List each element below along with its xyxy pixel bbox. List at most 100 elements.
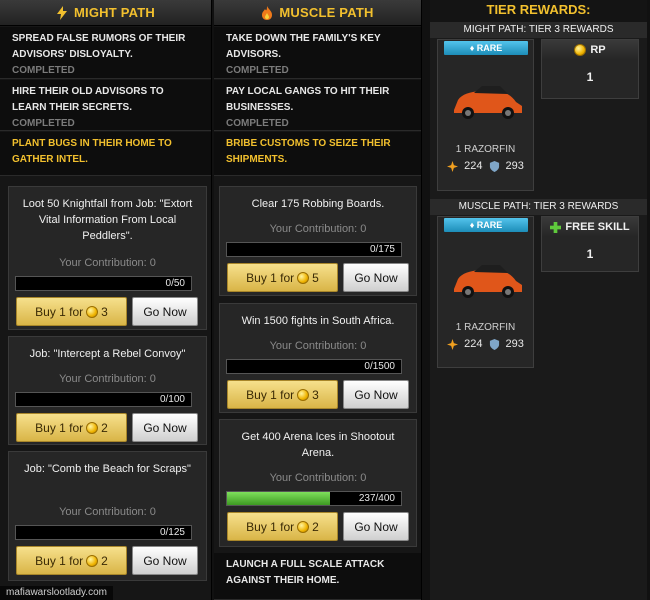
buy-label: Buy 1 for (35, 420, 84, 435)
buy-button[interactable]: Buy 1 for 2 (16, 413, 127, 442)
go-now-button[interactable]: Go Now (132, 546, 198, 575)
might-tier-subtitle: MIGHT PATH: TIER 3 REWARDS (430, 22, 647, 38)
muscle-task-1: Clear 175 Robbing Boards. Your Contribut… (219, 186, 417, 296)
attack-value: 224 (464, 338, 483, 350)
flame-icon (262, 5, 273, 20)
buy-cost: 2 (312, 519, 319, 534)
might-path-title: MIGHT PATH (74, 5, 155, 20)
mission-status: COMPLETED (226, 118, 289, 129)
mission-text: LAUNCH A FULL SCALE ATTACK AGAINST THEIR… (226, 559, 385, 586)
defense-value: 293 (505, 338, 524, 350)
contribution-text: Your Contribution: 0 (269, 223, 367, 235)
mission-text: SPREAD FALSE RUMORS OF THEIR ADVISORS' D… (12, 33, 186, 60)
reward-name: 1 RAZORFIN (455, 144, 516, 155)
coin-icon (86, 305, 99, 318)
go-now-button[interactable]: Go Now (132, 413, 198, 442)
coin-icon (297, 271, 310, 284)
buy-button[interactable]: Buy 1 for 2 (16, 546, 127, 575)
mission-text: HIRE THEIR OLD ADVISORS TO LEARN THEIR S… (12, 86, 164, 113)
bonus-label: RP (542, 40, 638, 60)
muscle-reward-item-card[interactable]: ♦ RARE 1 RAZORFIN 224 293 (437, 216, 534, 368)
might-bonus-card[interactable]: RP 1 (541, 39, 639, 99)
progress-text: 0/100 (159, 394, 185, 405)
progress-text: 0/125 (159, 527, 185, 538)
bonus-value: 1 (586, 247, 594, 261)
bonus-value: 1 (586, 70, 594, 84)
mission-status: COMPLETED (12, 65, 75, 76)
contribution-text: Your Contribution: 0 (59, 373, 156, 385)
buy-button[interactable]: Buy 1 for 5 (227, 263, 338, 292)
attack-icon (447, 338, 459, 350)
defense-icon (489, 338, 499, 350)
coin-icon (297, 388, 310, 401)
muscle-task-3: Get 400 Arena Ices in Shootout Arena. Yo… (219, 419, 417, 547)
coin-icon (86, 554, 99, 567)
buy-button[interactable]: Buy 1 for 3 (16, 297, 127, 326)
might-mission-2: HIRE THEIR OLD ADVISORS TO LEARN THEIR S… (0, 80, 211, 131)
plus-icon (550, 221, 562, 233)
task-title: Job: "Intercept a Rebel Convoy" (29, 348, 186, 360)
mission-text: TAKE DOWN THE FAMILY'S KEY ADVISORS. (226, 33, 381, 60)
mission-status: COMPLETED (12, 118, 75, 129)
task-title: Job: "Comb the Beach for Scraps" (24, 463, 191, 475)
buy-label: Buy 1 for (246, 270, 295, 285)
might-reward-item-card[interactable]: ♦ RARE 1 RAZORFIN 224 293 (437, 39, 534, 191)
buy-button[interactable]: Buy 1 for 3 (227, 380, 338, 409)
progress-bar: 237/400 (226, 491, 402, 506)
progress-text: 0/50 (165, 278, 185, 289)
progress-bar: 0/125 (15, 525, 192, 540)
rp-coin-icon (574, 44, 587, 56)
car-icon (454, 265, 522, 298)
bonus-label-text: FREE SKILL (565, 221, 630, 233)
go-now-button[interactable]: Go Now (343, 512, 409, 541)
progress-bar: 0/50 (15, 276, 192, 291)
task-title: Win 1500 fights in South Africa. (241, 315, 395, 327)
task-title: Loot 50 Knightfall from Job: "Extort Vit… (22, 198, 193, 242)
contribution-text: Your Contribution: 0 (59, 506, 156, 518)
might-mission-1: SPREAD FALSE RUMORS OF THEIR ADVISORS' D… (0, 27, 211, 79)
muscle-path-title: MUSCLE PATH (279, 5, 374, 20)
progress-bar: 0/175 (226, 242, 402, 257)
task-title: Clear 175 Robbing Boards. (251, 198, 385, 210)
rarity-badge: ♦ RARE (444, 218, 528, 232)
might-task-1: Loot 50 Knightfall from Job: "Extort Vit… (8, 186, 207, 330)
rarity-label: RARE (476, 220, 503, 230)
buy-label: Buy 1 for (35, 304, 84, 319)
muscle-task-2: Win 1500 fights in South Africa. Your Co… (219, 303, 417, 413)
might-mission-3: PLANT BUGS IN THEIR HOME TO GATHER INTEL… (0, 132, 211, 176)
muscle-mission-3: BRIBE CUSTOMS TO SEIZE THEIR SHIPMENTS. (214, 132, 421, 176)
muscle-path-header: MUSCLE PATH (214, 0, 421, 26)
go-now-button[interactable]: Go Now (132, 297, 198, 326)
mission-text: PAY LOCAL GANGS TO HIT THEIR BUSINESSES. (226, 86, 390, 113)
go-now-button[interactable]: Go Now (343, 263, 409, 292)
might-path-header: MIGHT PATH (0, 0, 211, 26)
contribution-text: Your Contribution: 0 (269, 472, 367, 484)
progress-bar: 0/100 (15, 392, 192, 407)
attack-icon (447, 160, 459, 172)
progress-text: 0/1500 (364, 361, 395, 372)
reward-stats: 224 293 (438, 338, 533, 350)
muscle-bonus-card[interactable]: FREE SKILL 1 (541, 216, 639, 272)
progress-bar: 0/1500 (226, 359, 402, 374)
lightning-icon (57, 5, 68, 20)
progress-text: 237/400 (358, 493, 395, 504)
reward-stats: 224 293 (438, 160, 533, 172)
might-task-3: Job: "Comb the Beach for Scraps" Your Co… (8, 451, 207, 581)
progress-fill (227, 492, 331, 505)
watermark: mafiawarslootlady.com (0, 586, 113, 600)
mission-status: COMPLETED (226, 65, 289, 76)
buy-label: Buy 1 for (246, 519, 295, 534)
task-title: Get 400 Arena Ices in Shootout Arena. (241, 431, 395, 459)
might-task-2: Job: "Intercept a Rebel Convoy" Your Con… (8, 336, 207, 445)
defense-value: 293 (505, 160, 524, 172)
bonus-label-text: RP (590, 44, 606, 56)
muscle-mission-4: LAUNCH A FULL SCALE ATTACK AGAINST THEIR… (214, 553, 421, 600)
buy-cost: 2 (101, 420, 108, 435)
go-now-button[interactable]: Go Now (343, 380, 409, 409)
buy-button[interactable]: Buy 1 for 2 (227, 512, 338, 541)
bonus-label: FREE SKILL (542, 217, 638, 237)
mission-text: PLANT BUGS IN THEIR HOME TO GATHER INTEL… (12, 138, 172, 165)
muscle-mission-1: TAKE DOWN THE FAMILY'S KEY ADVISORS. COM… (214, 27, 421, 79)
contribution-text: Your Contribution: 0 (59, 257, 156, 269)
car-icon (454, 86, 522, 119)
